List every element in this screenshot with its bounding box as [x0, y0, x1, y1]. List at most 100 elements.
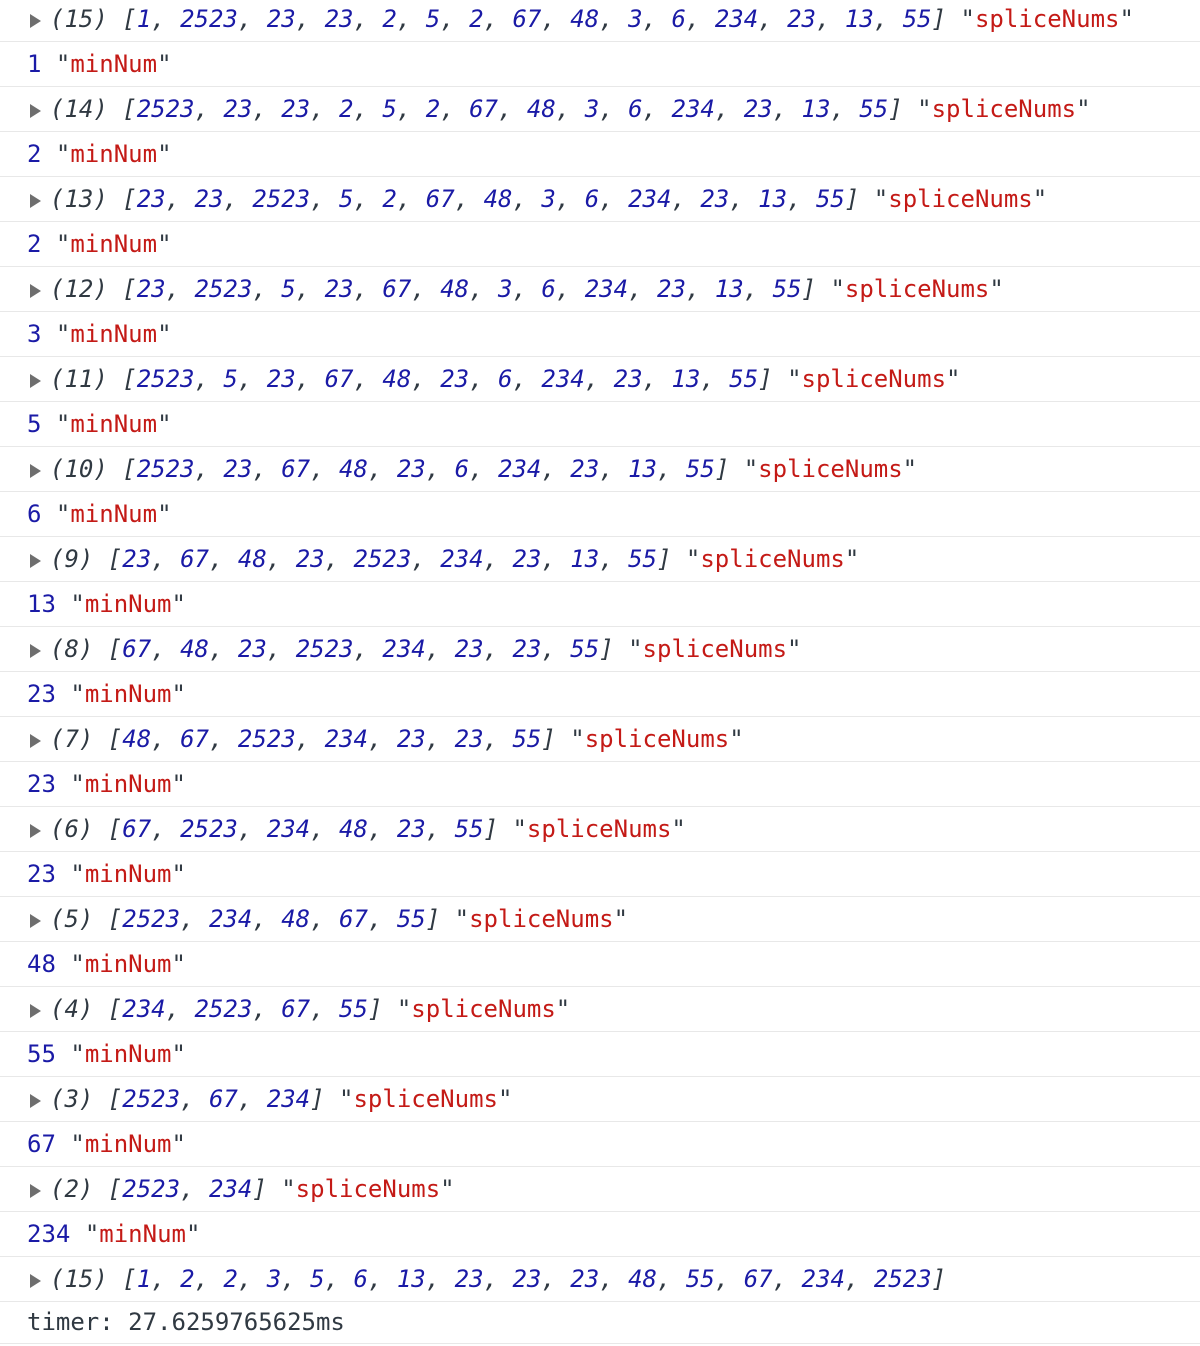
- expand-triangle-icon[interactable]: [30, 644, 41, 658]
- array-preview[interactable]: (8) [67, 48, 23, 2523, 234, 23, 23, 55]: [50, 635, 614, 663]
- console-number-row: 1 "minNum": [0, 42, 1200, 87]
- console-number-row: 55 "minNum": [0, 1032, 1200, 1077]
- console-number-row: 23 "minNum": [0, 852, 1200, 897]
- expand-triangle-icon[interactable]: [30, 14, 41, 28]
- array-preview[interactable]: (4) [234, 2523, 67, 55]: [50, 995, 382, 1023]
- array-preview[interactable]: (3) [2523, 67, 234]: [50, 1085, 325, 1113]
- array-value: 23: [136, 275, 166, 303]
- expand-triangle-icon[interactable]: [30, 1184, 41, 1198]
- array-preview[interactable]: (15) [1, 2523, 23, 23, 2, 5, 2, 67, 48, …: [50, 5, 946, 33]
- array-comma: ,: [396, 95, 426, 123]
- console-array-row[interactable]: (14) [2523, 23, 23, 2, 5, 2, 67, 48, 3, …: [0, 87, 1200, 132]
- array-preview[interactable]: (2) [2523, 234]: [50, 1175, 267, 1203]
- quote-close: ": [157, 410, 172, 438]
- array-preview[interactable]: (9) [23, 67, 48, 23, 2523, 234, 23, 13, …: [50, 545, 671, 573]
- console-array-row[interactable]: (10) [2523, 23, 67, 48, 23, 6, 234, 23, …: [0, 447, 1200, 492]
- expand-triangle-icon[interactable]: [30, 374, 41, 388]
- array-comma: ,: [367, 725, 397, 753]
- expand-triangle-icon[interactable]: [30, 194, 41, 208]
- expand-triangle-icon[interactable]: [30, 284, 41, 298]
- array-value: 234: [208, 905, 253, 933]
- log-label: spliceNums: [700, 545, 845, 573]
- array-value: 23: [295, 545, 325, 573]
- array-comma: ,: [310, 815, 340, 843]
- quote-open: ": [396, 995, 412, 1023]
- expand-triangle-icon[interactable]: [30, 1004, 41, 1018]
- array-comma: ,: [252, 275, 282, 303]
- array-value: 48: [628, 1265, 658, 1293]
- array-preview[interactable]: (6) [67, 2523, 234, 48, 23, 55]: [50, 815, 498, 843]
- expand-triangle-icon[interactable]: [30, 1274, 41, 1288]
- array-comma: ,: [440, 5, 470, 33]
- console-array-row[interactable]: (13) [23, 23, 2523, 5, 2, 67, 48, 3, 6, …: [0, 177, 1200, 222]
- log-label: minNum: [84, 770, 172, 798]
- console-array-row[interactable]: (15) [1, 2523, 23, 23, 2, 5, 2, 67, 48, …: [0, 0, 1200, 42]
- timer-text: timer: 27.6259765625ms: [27, 1308, 345, 1336]
- array-comma: ,: [830, 95, 860, 123]
- array-comma: ,: [628, 275, 657, 303]
- expand-triangle-icon[interactable]: [30, 554, 41, 568]
- expand-triangle-icon[interactable]: [30, 464, 41, 478]
- array-comma: ,: [498, 95, 527, 123]
- console-array-row[interactable]: (2) [2523, 234] "spliceNums": [0, 1167, 1200, 1212]
- array-close-bracket: ]: [844, 185, 860, 213]
- array-close-bracket: ]: [425, 905, 441, 933]
- array-comma: ,: [483, 1265, 513, 1293]
- log-label: minNum: [99, 1220, 186, 1248]
- array-preview[interactable]: (14) [2523, 23, 23, 2, 5, 2, 67, 48, 3, …: [50, 95, 903, 123]
- console-array-row[interactable]: (11) [2523, 5, 23, 67, 48, 23, 6, 234, 2…: [0, 357, 1200, 402]
- expand-triangle-icon[interactable]: [30, 104, 41, 118]
- array-value: 67: [281, 995, 311, 1023]
- array-value: 234: [584, 275, 629, 303]
- array-comma: ,: [295, 365, 325, 393]
- array-preview[interactable]: (13) [23, 23, 2523, 5, 2, 67, 48, 3, 6, …: [50, 185, 859, 213]
- expand-triangle-icon[interactable]: [30, 1094, 41, 1108]
- console-array-row[interactable]: (3) [2523, 67, 234] "spliceNums": [0, 1077, 1200, 1122]
- array-comma: ,: [237, 1085, 267, 1113]
- array-comma: ,: [353, 635, 383, 663]
- array-value: 55: [454, 815, 484, 843]
- console-array-row[interactable]: (4) [234, 2523, 67, 55] "spliceNums": [0, 987, 1200, 1032]
- array-value: 234: [628, 185, 672, 213]
- console-array-row[interactable]: (15) [1, 2, 2, 3, 5, 6, 13, 23, 23, 23, …: [0, 1257, 1200, 1302]
- array-preview[interactable]: (10) [2523, 23, 67, 48, 23, 6, 234, 23, …: [50, 455, 729, 483]
- expand-triangle-icon[interactable]: [30, 734, 41, 748]
- array-comma: ,: [599, 95, 629, 123]
- array-value: 13: [396, 1265, 426, 1293]
- quote-open: ": [55, 50, 71, 78]
- array-preview[interactable]: (12) [23, 2523, 5, 23, 67, 48, 3, 6, 234…: [50, 275, 816, 303]
- logged-number: 23: [27, 860, 56, 888]
- array-preview[interactable]: (7) [48, 67, 2523, 234, 23, 23, 55]: [50, 725, 556, 753]
- array-open-bracket: [: [122, 95, 137, 123]
- array-comma: ,: [252, 455, 282, 483]
- console-array-row[interactable]: (5) [2523, 234, 48, 67, 55] "spliceNums": [0, 897, 1200, 942]
- quote-open: ": [70, 950, 85, 978]
- array-open-bracket: [: [122, 455, 137, 483]
- console-array-row[interactable]: (6) [67, 2523, 234, 48, 23, 55] "spliceN…: [0, 807, 1200, 852]
- array-comma: ,: [772, 1265, 802, 1293]
- console-array-row[interactable]: (9) [23, 67, 48, 23, 2523, 234, 23, 13, …: [0, 537, 1200, 582]
- expand-triangle-icon[interactable]: [30, 914, 41, 928]
- array-comma: ,: [252, 95, 282, 123]
- console-array-row[interactable]: (7) [48, 67, 2523, 234, 23, 23, 55] "spl…: [0, 717, 1200, 762]
- console-array-row[interactable]: (8) [67, 48, 23, 2523, 234, 23, 23, 55] …: [0, 627, 1200, 672]
- array-length: (15): [50, 5, 123, 33]
- array-value: 234: [671, 95, 715, 123]
- array-value: 23: [136, 185, 166, 213]
- array-value: 67: [512, 5, 542, 33]
- array-value: 23: [266, 5, 296, 33]
- expand-triangle-icon[interactable]: [30, 824, 41, 838]
- array-comma: ,: [714, 95, 744, 123]
- array-preview[interactable]: (5) [2523, 234, 48, 67, 55]: [50, 905, 440, 933]
- array-value: 234: [498, 455, 542, 483]
- array-value: 234: [266, 1085, 311, 1113]
- array-value: 2523: [237, 725, 296, 753]
- console-array-row[interactable]: (12) [23, 2523, 5, 23, 67, 48, 3, 6, 234…: [0, 267, 1200, 312]
- quote-open: ": [70, 590, 85, 618]
- array-preview[interactable]: (15) [1, 2, 2, 3, 5, 6, 13, 23, 23, 23, …: [50, 1265, 946, 1293]
- array-preview[interactable]: (11) [2523, 5, 23, 67, 48, 23, 6, 234, 2…: [50, 365, 773, 393]
- array-comma: ,: [685, 275, 715, 303]
- array-length: (2): [50, 1175, 108, 1203]
- array-value: 23: [613, 365, 643, 393]
- array-value: 23: [512, 635, 542, 663]
